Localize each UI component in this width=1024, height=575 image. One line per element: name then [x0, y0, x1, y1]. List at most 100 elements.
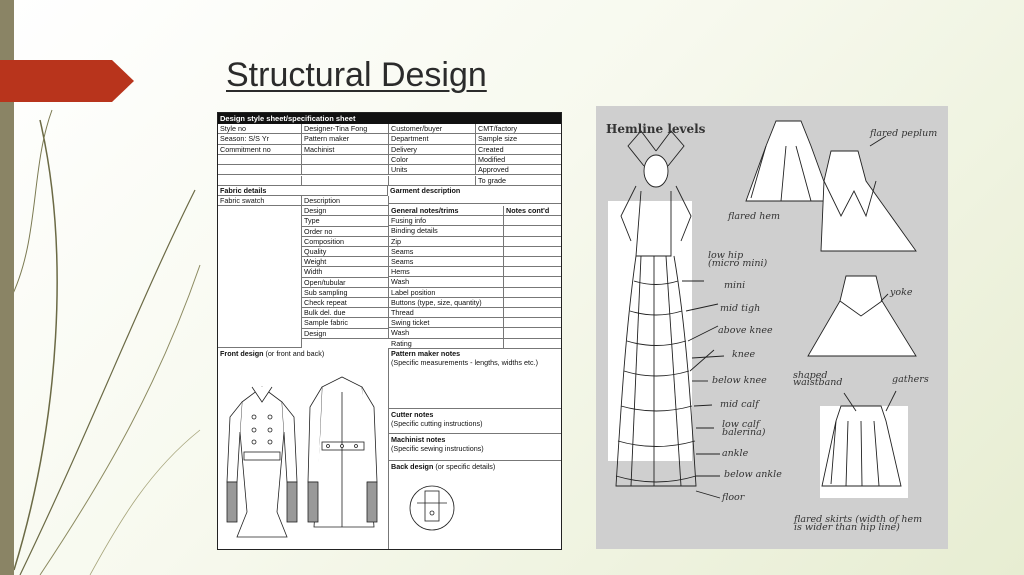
pattern-maker-notes-section: Pattern maker notes (Specific measuremen… [389, 348, 561, 409]
notes-contd-header: Notes cont'd [504, 206, 561, 217]
description-item: Composition [302, 236, 389, 247]
spec-cell [302, 175, 389, 186]
description-item: Type [302, 216, 389, 227]
general-note-item: Label position [389, 287, 504, 298]
description-item: Sample fabric [302, 318, 389, 329]
general-note-item: Seams [389, 257, 504, 268]
fabric-details-label: Fabric details [218, 186, 388, 196]
general-note-item: Binding details [389, 226, 504, 237]
description-item: Design [302, 328, 389, 339]
label-mid-tigh: mid tigh [720, 303, 761, 314]
back-design-label: Back design [391, 462, 434, 471]
spec-cell [218, 154, 302, 166]
description-item: Sub sampling [302, 287, 389, 298]
pattern-maker-notes-sub: (Specific measurements - lengths, widths… [391, 358, 538, 368]
notes-contd-cell [504, 237, 561, 247]
description-item: Bulk del. due [302, 308, 389, 319]
general-note-item: Buttons (type, size, quantity) [389, 297, 504, 308]
front-design-section: Front design (or front and back) [218, 348, 389, 549]
general-notes-header: General notes/trims [389, 206, 504, 217]
description-item: Design [302, 206, 389, 217]
description-item: Order no [302, 226, 389, 237]
label-micro-mini: (micro mini) [708, 258, 768, 269]
label-knee: knee [732, 349, 756, 360]
notes-contd-cell [504, 257, 561, 268]
general-note-item: Hems [389, 267, 504, 278]
label-balerina: balerina) [722, 427, 766, 438]
cutter-notes-label: Cutter notes [391, 410, 434, 419]
label-mini: mini [724, 280, 746, 291]
label-below-ankle: below ankle [724, 469, 782, 480]
label-flared-hem: flared hem [728, 211, 781, 222]
hemline-title: Hemline levels [606, 122, 706, 136]
spec-cell: Machinist [302, 144, 389, 155]
notes-contd-cell [504, 318, 561, 329]
label-above-knee: above knee [718, 325, 773, 336]
spec-cell: Sample size [476, 134, 561, 145]
spec-cell [302, 154, 389, 166]
notes-contd-cell [504, 216, 561, 227]
notes-contd-cell [504, 277, 561, 288]
notes-contd-cell [504, 267, 561, 278]
label-below-knee: below knee [712, 375, 767, 386]
spec-cell: Style no [218, 124, 302, 135]
cutter-notes-sub: (Specific cutting instructions) [391, 419, 483, 429]
spec-cell: Season: S/S Yr [218, 134, 302, 145]
spec-cell [302, 165, 389, 176]
notes-contd-cell [504, 339, 561, 349]
coat-sketch-icon [226, 376, 378, 538]
back-design-section: Back design (or specific details) [389, 461, 561, 549]
spec-cell: Designer-Tina Fong [302, 124, 389, 135]
general-note-item: Rating [389, 338, 504, 349]
notes-contd-cell [504, 298, 561, 308]
machinist-notes-sub: (Specific sewing instructions) [391, 444, 484, 454]
general-note-item: Seams [389, 246, 504, 257]
spec-cell [218, 165, 302, 176]
label-mid-calf: mid calf [720, 399, 759, 410]
notes-contd-cell [504, 247, 561, 257]
spec-cell: To grade [476, 176, 561, 186]
front-design-note: (or front and back) [265, 349, 325, 358]
label-ankle: ankle [722, 448, 749, 459]
pattern-maker-notes-label: Pattern maker notes [391, 349, 461, 358]
spec-cell: CMT/factory [476, 124, 561, 135]
spec-cell: Created [476, 145, 561, 155]
label-yoke: yoke [890, 287, 913, 298]
cutter-notes-section: Cutter notes (Specific cutting instructi… [389, 409, 561, 434]
label-flared-peplum: flared peplum [870, 128, 938, 139]
spec-cell: Color [389, 154, 476, 166]
fabric-swatch-label: Fabric swatch [218, 196, 302, 206]
spec-cell [218, 175, 302, 186]
notes-contd-cell [504, 226, 561, 237]
general-note-item: Wash [389, 277, 504, 288]
label-waistband: waistband [793, 377, 843, 388]
description-item: Weight [302, 257, 389, 268]
fabric-swatch-area [218, 206, 302, 348]
general-note-item: Zip [389, 236, 504, 247]
label-flared-skirts-2: is wider than hip line) [794, 522, 900, 533]
description-item: Quality [302, 247, 389, 258]
general-note-item: Swing ticket [389, 318, 504, 329]
machinist-notes-label: Machinist notes [391, 435, 446, 444]
spec-sheet-header: Design style sheet/specification sheet [218, 113, 561, 124]
hemline-levels-illustration: Hemline levels flared peplum flared hem … [596, 106, 948, 549]
spec-cell: Modified [476, 155, 561, 166]
garment-description-label: Garment description [388, 186, 561, 204]
description-item: Description [302, 196, 389, 207]
description-item: Width [302, 267, 389, 278]
spec-cell: Department [389, 134, 476, 145]
label-gathers: gathers [892, 374, 929, 385]
notes-contd-cell [504, 288, 561, 298]
back-design-note: (or specific details) [435, 462, 496, 471]
notes-contd-cell [504, 328, 561, 339]
machinist-notes-section: Machinist notes (Specific sewing instruc… [389, 434, 561, 461]
general-note-item: Thread [389, 308, 504, 319]
spec-cell: Delivery [389, 144, 476, 155]
slide-title: Structural Design [226, 56, 487, 94]
general-note-item: Fusing info [389, 216, 504, 227]
spec-cell [389, 175, 476, 186]
spec-cell: Units [389, 165, 476, 176]
front-design-label: Front design [220, 349, 264, 358]
strap-detail-icon [409, 485, 455, 531]
spec-cell: Customer/buyer [389, 124, 476, 135]
